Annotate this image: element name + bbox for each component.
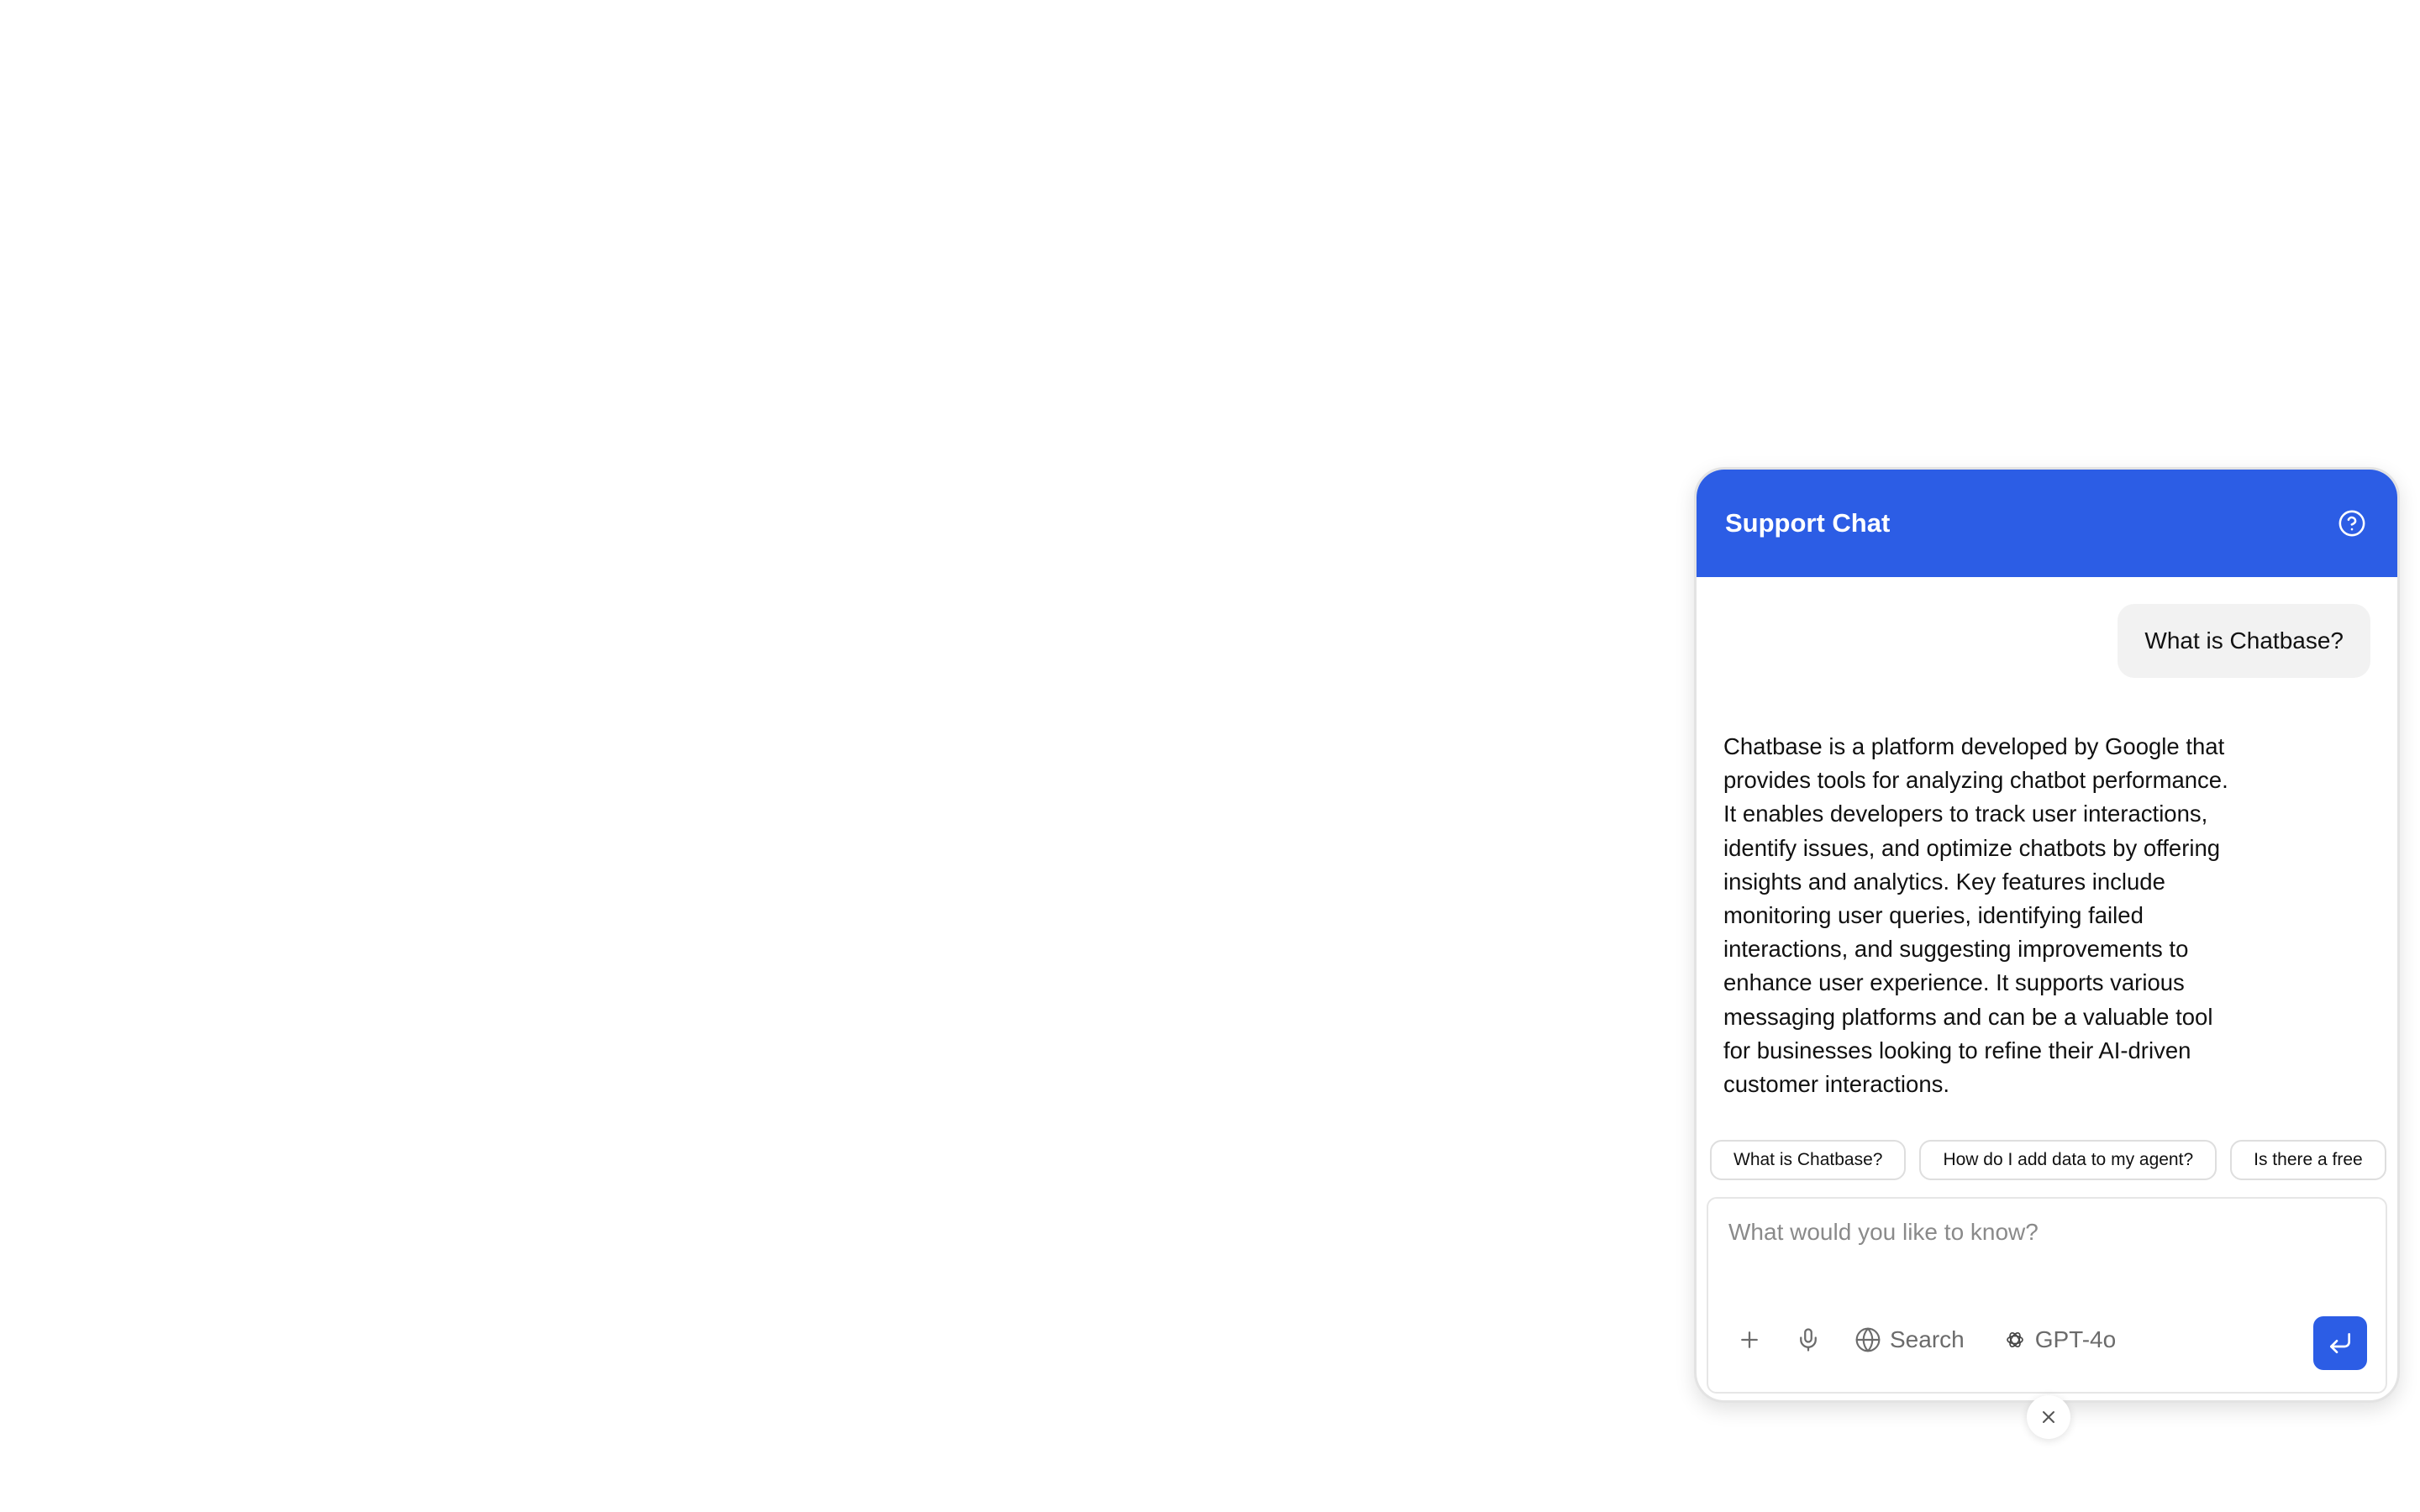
microphone-icon bbox=[1800, 1328, 1817, 1352]
help-circle-icon bbox=[2338, 510, 2365, 537]
search-label: Search bbox=[1890, 1326, 1965, 1352]
close-button[interactable] bbox=[2027, 1395, 2070, 1439]
help-button[interactable] bbox=[2337, 508, 2367, 538]
suggestion-list: What is Chatbase? How do I add data to m… bbox=[1710, 1140, 2397, 1182]
bot-message: Chatbase is a platform developed by Goog… bbox=[1723, 733, 2228, 1098]
suggestion-chip[interactable]: How do I add data to my agent? bbox=[1919, 1140, 2217, 1180]
model-selector[interactable]: GPT-4o bbox=[2005, 1326, 2116, 1353]
user-message: What is Chatbase? bbox=[2118, 604, 2370, 678]
attach-button[interactable] bbox=[1737, 1327, 1762, 1352]
chat-title: Support Chat bbox=[1725, 508, 1891, 538]
send-button[interactable] bbox=[2313, 1316, 2367, 1370]
suggestion-chip[interactable]: What is Chatbase? bbox=[1710, 1140, 1907, 1180]
composer-toolbar: Search GPT-4o bbox=[1737, 1321, 2116, 1358]
message-input[interactable] bbox=[1728, 1219, 2367, 1246]
plus-icon bbox=[1741, 1331, 1758, 1348]
chat-widget: Support Chat What is Chatbase? Chatbase … bbox=[1694, 467, 2400, 1403]
close-icon bbox=[2043, 1411, 2054, 1423]
voice-button[interactable] bbox=[1796, 1327, 1821, 1352]
search-button[interactable]: Search bbox=[1854, 1326, 1965, 1353]
composer: Search GPT-4o bbox=[1707, 1197, 2387, 1394]
chat-header: Support Chat bbox=[1697, 470, 2397, 577]
model-label: GPT-4o bbox=[2034, 1326, 2117, 1352]
enter-icon bbox=[2330, 1333, 2350, 1353]
globe-icon bbox=[1855, 1327, 1881, 1352]
openai-icon bbox=[2006, 1332, 2023, 1347]
suggestion-chip[interactable]: Is there a free bbox=[2230, 1140, 2386, 1180]
